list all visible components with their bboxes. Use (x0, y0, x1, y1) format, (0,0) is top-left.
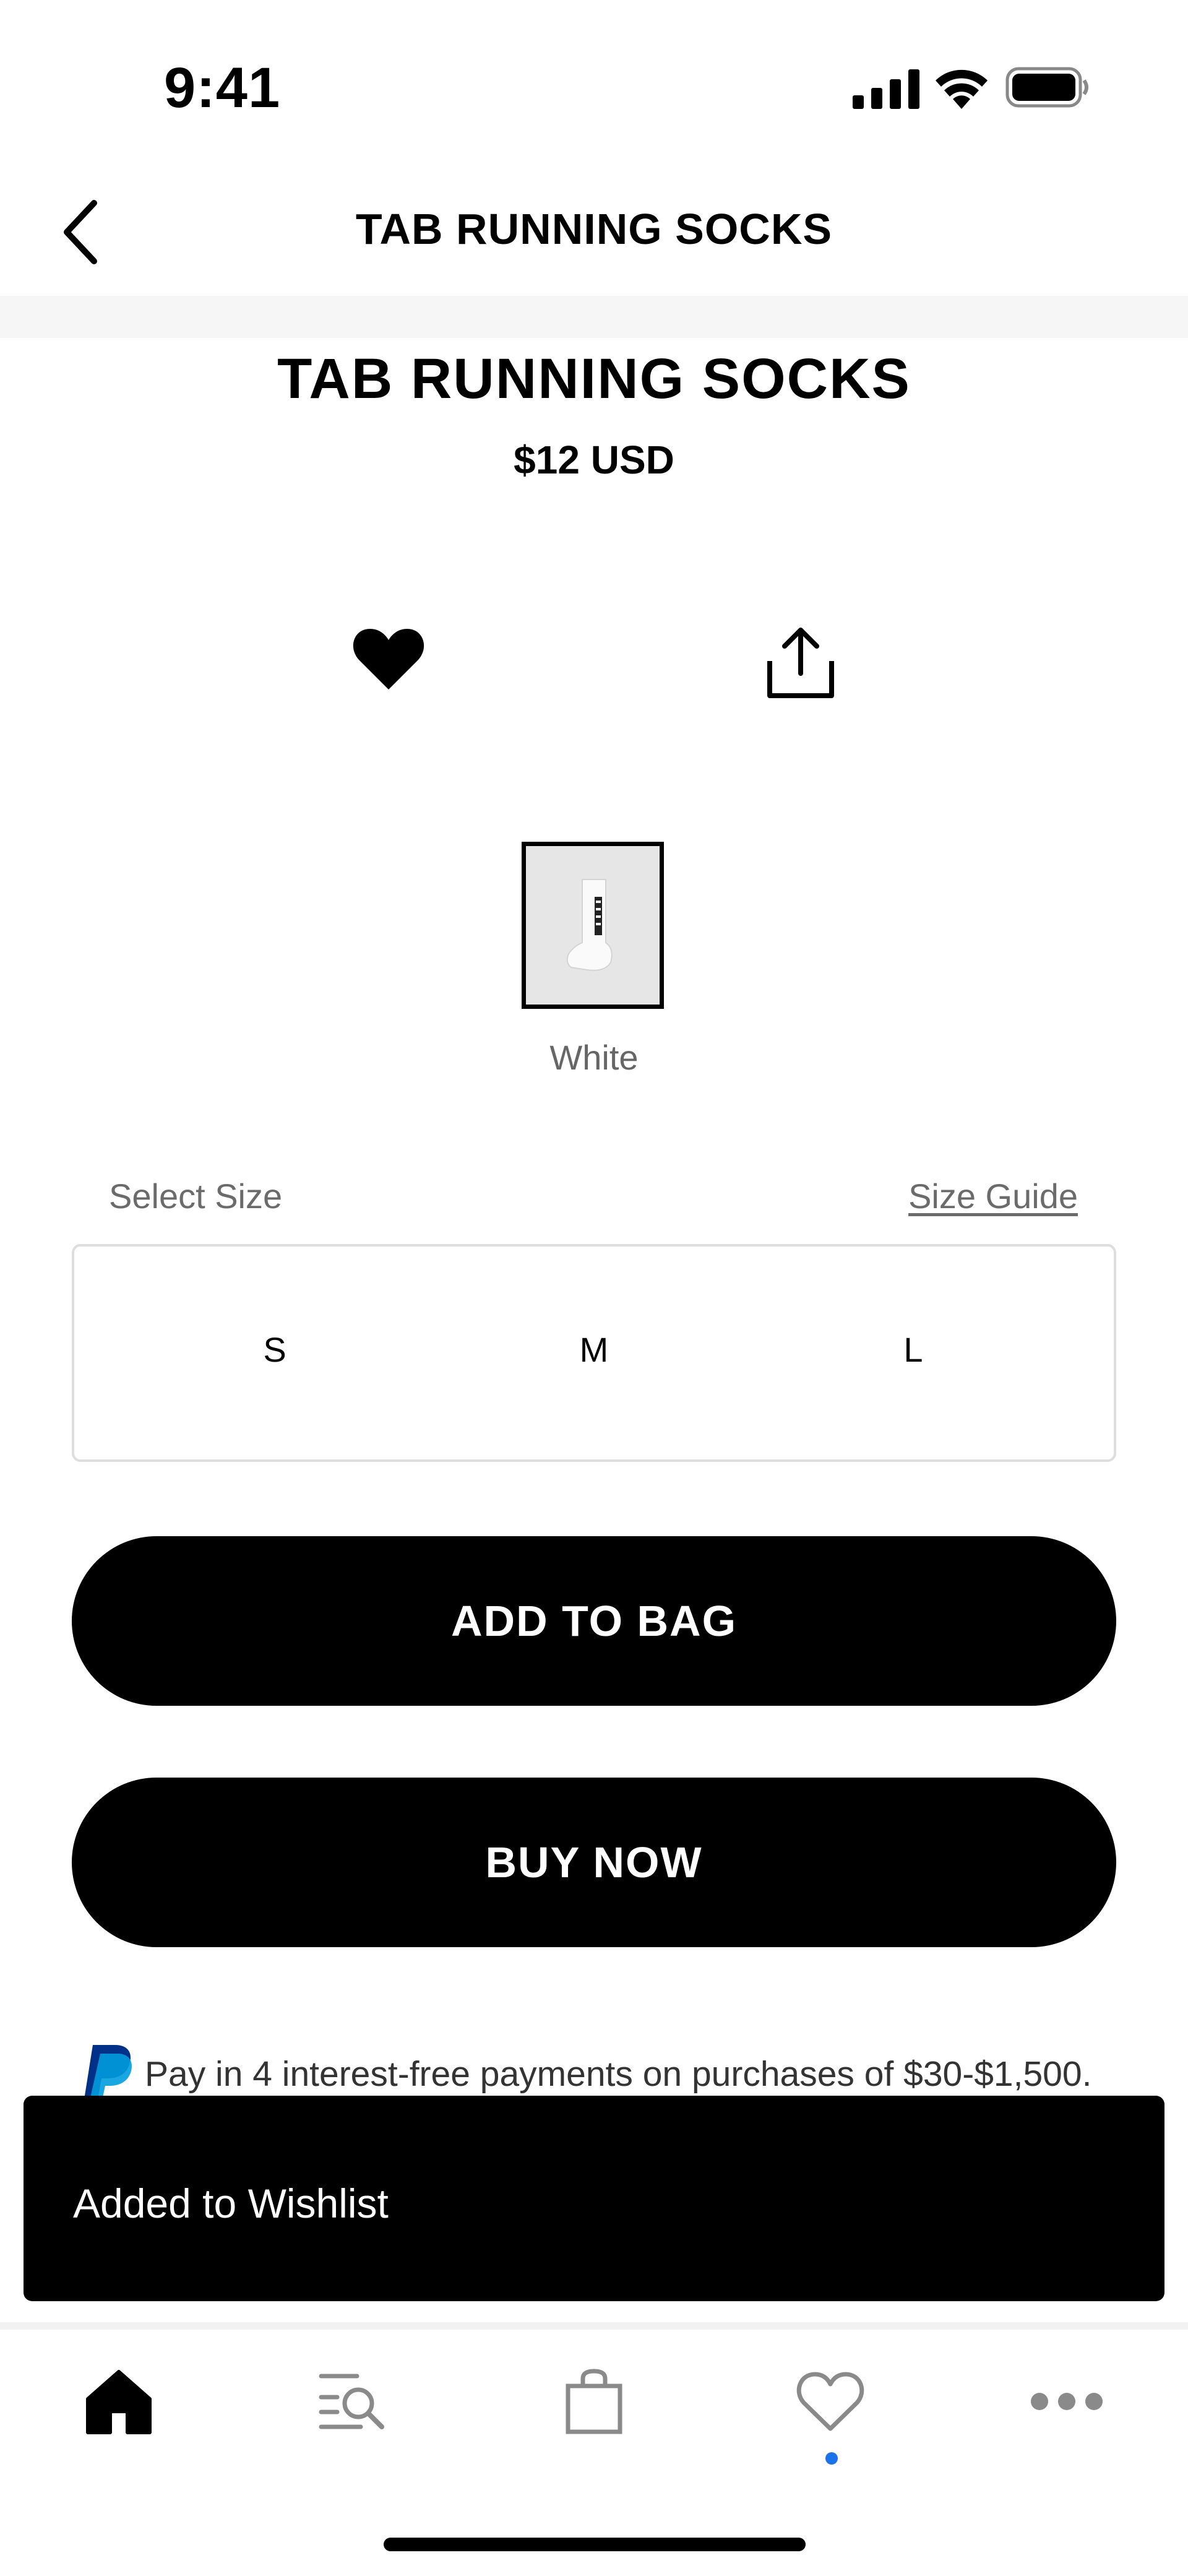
tab-bar-divider (0, 2322, 1188, 2330)
home-indicator[interactable] (384, 2538, 806, 2551)
more-icon (1031, 2393, 1103, 2410)
buy-now-button[interactable]: BUY NOW (72, 1778, 1116, 1947)
toast-message: Added to Wishlist (73, 2181, 389, 2226)
paypal-icon (84, 2045, 132, 2103)
tab-home[interactable] (82, 2364, 156, 2439)
header-divider (0, 296, 1188, 338)
wishlist-icon (796, 2372, 864, 2431)
bag-icon (566, 2369, 622, 2434)
paypal-message: Pay in 4 interest-free payments on purch… (145, 2054, 1092, 2094)
share-icon[interactable] (766, 625, 835, 699)
status-time: 9:41 (164, 56, 281, 119)
wifi-icon (936, 69, 988, 109)
size-option-s[interactable]: S (238, 1329, 312, 1370)
signal-icon (853, 69, 919, 109)
sock-thumbnail (566, 879, 613, 971)
active-tab-indicator (825, 2452, 838, 2465)
home-icon (86, 2370, 152, 2434)
tab-wishlist[interactable] (793, 2364, 867, 2439)
color-label: White (549, 1038, 639, 1077)
nav-title: TAB RUNNING SOCKS (355, 205, 833, 253)
color-swatch-white[interactable] (522, 842, 664, 1009)
size-option-m[interactable]: M (557, 1329, 631, 1370)
product-title: TAB RUNNING SOCKS (277, 347, 911, 410)
tab-search[interactable] (316, 2364, 390, 2439)
size-guide-link[interactable]: Size Guide (908, 1176, 1078, 1216)
add-to-bag-button[interactable]: ADD TO BAG (72, 1536, 1116, 1706)
battery-icon (1005, 67, 1088, 108)
search-icon (319, 2374, 384, 2429)
size-option-l[interactable]: L (876, 1329, 950, 1370)
product-price: $12 USD (514, 438, 674, 482)
select-size-label: Select Size (109, 1177, 283, 1216)
tab-bag[interactable] (557, 2364, 631, 2439)
heart-icon[interactable] (351, 625, 426, 693)
tab-more[interactable] (1030, 2364, 1104, 2439)
